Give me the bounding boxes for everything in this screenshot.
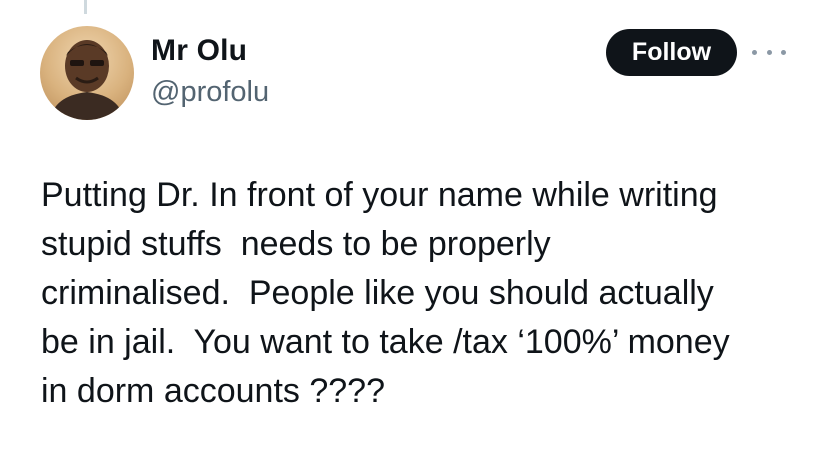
profile-photo-avatar-icon: [50, 40, 124, 120]
avatar[interactable]: [40, 26, 134, 120]
more-dots-icon[interactable]: [752, 42, 786, 62]
display-name[interactable]: Mr Olu: [151, 34, 247, 68]
tweet-text-line: Putting Dr. In front of your name while …: [41, 176, 718, 214]
dot-icon: [752, 49, 757, 55]
tweet-text-line: criminalised. People like you should act…: [41, 274, 714, 312]
thread-connector-line: [84, 0, 87, 14]
follow-button[interactable]: Follow: [606, 29, 737, 76]
tweet-text-line: be in jail. You want to take /tax ‘100%’…: [41, 323, 730, 361]
dot-icon: [766, 49, 772, 55]
tweet-text-line: stupid stuffs needs to be properly: [41, 225, 551, 263]
tweet-text-line: in dorm accounts ????: [41, 372, 385, 410]
tweet-card: Mr Olu @profolu Follow Putting Dr. In fr…: [0, 0, 828, 468]
dot-icon: [781, 49, 786, 55]
tweet-text: Putting Dr. In front of your name while …: [41, 171, 811, 416]
user-handle[interactable]: @profolu: [151, 76, 269, 109]
